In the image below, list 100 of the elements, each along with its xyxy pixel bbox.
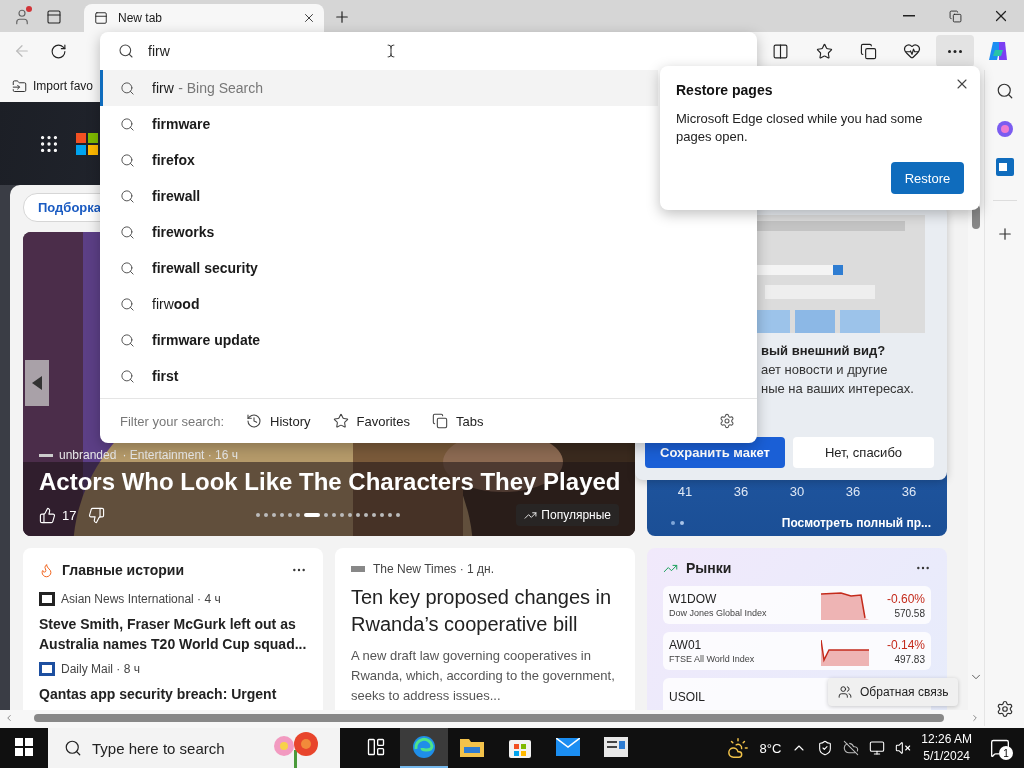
article-headline[interactable]: Ten key proposed changes in Rwanda’s cooperative bill bbox=[351, 584, 619, 638]
filter-button[interactable]: History bbox=[246, 413, 311, 429]
carousel-dot[interactable] bbox=[388, 513, 393, 517]
market-price: 570.58 bbox=[894, 607, 925, 619]
carousel-dot[interactable] bbox=[332, 513, 337, 517]
mail-icon bbox=[556, 738, 580, 756]
thumbs-down-icon bbox=[87, 506, 105, 524]
carousel-dot[interactable] bbox=[280, 513, 285, 517]
browser-tab[interactable]: New tab bbox=[84, 4, 324, 32]
scroll-right-icon bbox=[970, 713, 980, 723]
market-row[interactable]: AW01 FTSE All World Index -0.14% 497.83 bbox=[663, 632, 931, 670]
search-icon bbox=[120, 188, 135, 204]
story-source: Asian News International · 4 ч bbox=[61, 592, 221, 606]
clock[interactable]: 12:26 AM 5/1/2024 bbox=[921, 731, 972, 765]
carousel-dot[interactable] bbox=[288, 513, 293, 517]
suggestion-item[interactable]: first bbox=[100, 358, 658, 394]
market-change: -0.14% bbox=[886, 637, 925, 652]
import-favorites-link[interactable]: Import favo bbox=[12, 78, 94, 94]
thumbs-up-icon bbox=[39, 506, 56, 524]
temperature-value: 30 bbox=[789, 484, 805, 499]
browser-icon bbox=[412, 735, 436, 759]
search-icon bbox=[120, 116, 135, 132]
shield-icon[interactable] bbox=[817, 740, 834, 756]
suggestion-item[interactable]: firmware update bbox=[100, 322, 658, 358]
like-button[interactable]: 17 bbox=[39, 506, 77, 524]
card-title: Главные истории bbox=[62, 562, 184, 578]
suggestion-item[interactable]: firw - Bing Search bbox=[100, 70, 658, 106]
cloud-off-icon[interactable] bbox=[843, 740, 860, 756]
filter-button[interactable]: Favorites bbox=[332, 413, 410, 429]
prompt-title: вый внешний вид? bbox=[761, 343, 887, 358]
market-name: Dow Jones Global Index bbox=[669, 608, 767, 618]
suggestion-item[interactable]: firmware bbox=[100, 106, 658, 142]
full-forecast-link[interactable]: Посмотреть полный пр... bbox=[781, 516, 931, 530]
weather-icon bbox=[727, 737, 750, 759]
scrollbar-thumb[interactable] bbox=[34, 714, 944, 722]
search-icon bbox=[64, 739, 82, 757]
carousel-dot[interactable] bbox=[396, 513, 401, 517]
popup-message: Microsoft Edge closed while you had some pages open. bbox=[676, 110, 924, 146]
search-icon bbox=[118, 43, 134, 59]
carousel-dot[interactable] bbox=[324, 513, 329, 517]
sparkline-drawing bbox=[821, 590, 869, 620]
previous-button[interactable] bbox=[25, 360, 49, 406]
temperature[interactable]: 8°C bbox=[759, 740, 782, 756]
carousel-dot[interactable] bbox=[372, 513, 377, 517]
mail-app-icon bbox=[995, 158, 1014, 176]
settings-icon bbox=[719, 413, 735, 429]
network-icon[interactable] bbox=[869, 740, 886, 756]
hero-headline[interactable]: Actors Who Look Like The Characters They Played bbox=[39, 468, 619, 496]
decline-button[interactable]: Нет, спасибо bbox=[793, 437, 934, 468]
suggestion-item[interactable]: firewall security bbox=[100, 250, 658, 286]
flame-icon bbox=[39, 562, 54, 578]
market-symbol: W1DOW bbox=[669, 592, 717, 606]
prompt-text: ает новости и другие bbox=[761, 362, 889, 377]
suggestion-item[interactable]: firefox bbox=[100, 142, 658, 178]
carousel-dot[interactable] bbox=[356, 513, 361, 517]
split-screen-icon bbox=[771, 42, 789, 60]
carousel-dot[interactable] bbox=[380, 513, 385, 517]
microsoft-logo-icon[interactable] bbox=[76, 132, 98, 155]
trending-chip[interactable]: Популярные bbox=[516, 504, 619, 526]
notification-icon bbox=[990, 738, 1010, 758]
carousel-dot[interactable] bbox=[256, 513, 261, 517]
popup-title: Restore pages bbox=[676, 82, 774, 98]
restore-icon bbox=[948, 9, 962, 23]
refresh-icon bbox=[49, 42, 67, 60]
left-triangle-icon bbox=[32, 376, 42, 390]
filter-button[interactable]: Tabs bbox=[431, 413, 484, 429]
address-field[interactable]: firw bbox=[100, 32, 757, 70]
notifications-button[interactable]: 1 bbox=[982, 728, 1018, 768]
source-logo-icon bbox=[351, 566, 365, 572]
carousel-dot[interactable] bbox=[296, 513, 301, 517]
restore-pages-button[interactable]: Restore bbox=[891, 162, 964, 194]
close-icon[interactable] bbox=[302, 11, 316, 25]
temperature-value: 36 bbox=[901, 484, 917, 499]
search-icon bbox=[120, 80, 135, 96]
taskbar-search-field[interactable]: Type here to search bbox=[48, 728, 340, 768]
task-view-icon bbox=[366, 737, 386, 757]
story-headline[interactable]: Steve Smith, Fraser McGurk left out as Australia names T20 World Cup squad... bbox=[39, 614, 307, 654]
market-row[interactable]: W1DOW Dow Jones Global Index -0.60% 570.58 bbox=[663, 586, 931, 624]
story-headline[interactable]: Qantas app security breach: Urgent bbox=[39, 684, 307, 704]
carousel-dot[interactable] bbox=[348, 513, 353, 517]
taskbar-app[interactable] bbox=[400, 728, 448, 768]
search-icon bbox=[120, 152, 135, 168]
carousel-dot[interactable] bbox=[364, 513, 369, 517]
temperature-value: 41 bbox=[677, 484, 693, 499]
feedback-toast[interactable]: Обратная связь bbox=[828, 678, 959, 706]
windows-logo-icon bbox=[15, 738, 33, 756]
carousel-dot[interactable] bbox=[272, 513, 277, 517]
folder-icon bbox=[460, 737, 484, 757]
carousel-dot[interactable] bbox=[264, 513, 269, 517]
news-app-icon bbox=[604, 737, 628, 757]
new-tab-icon bbox=[94, 11, 108, 25]
collections-icon bbox=[859, 42, 877, 60]
copilot-app-icon bbox=[995, 120, 1014, 138]
market-symbol: AW01 bbox=[669, 638, 702, 652]
volume-muted-icon[interactable] bbox=[895, 740, 912, 756]
scroll-left-icon bbox=[4, 713, 14, 723]
carousel-dot[interactable] bbox=[340, 513, 345, 517]
search-icon bbox=[120, 368, 135, 384]
suggestion-item[interactable]: firwood bbox=[100, 286, 658, 322]
copilot-logo-icon[interactable] bbox=[987, 40, 1009, 62]
